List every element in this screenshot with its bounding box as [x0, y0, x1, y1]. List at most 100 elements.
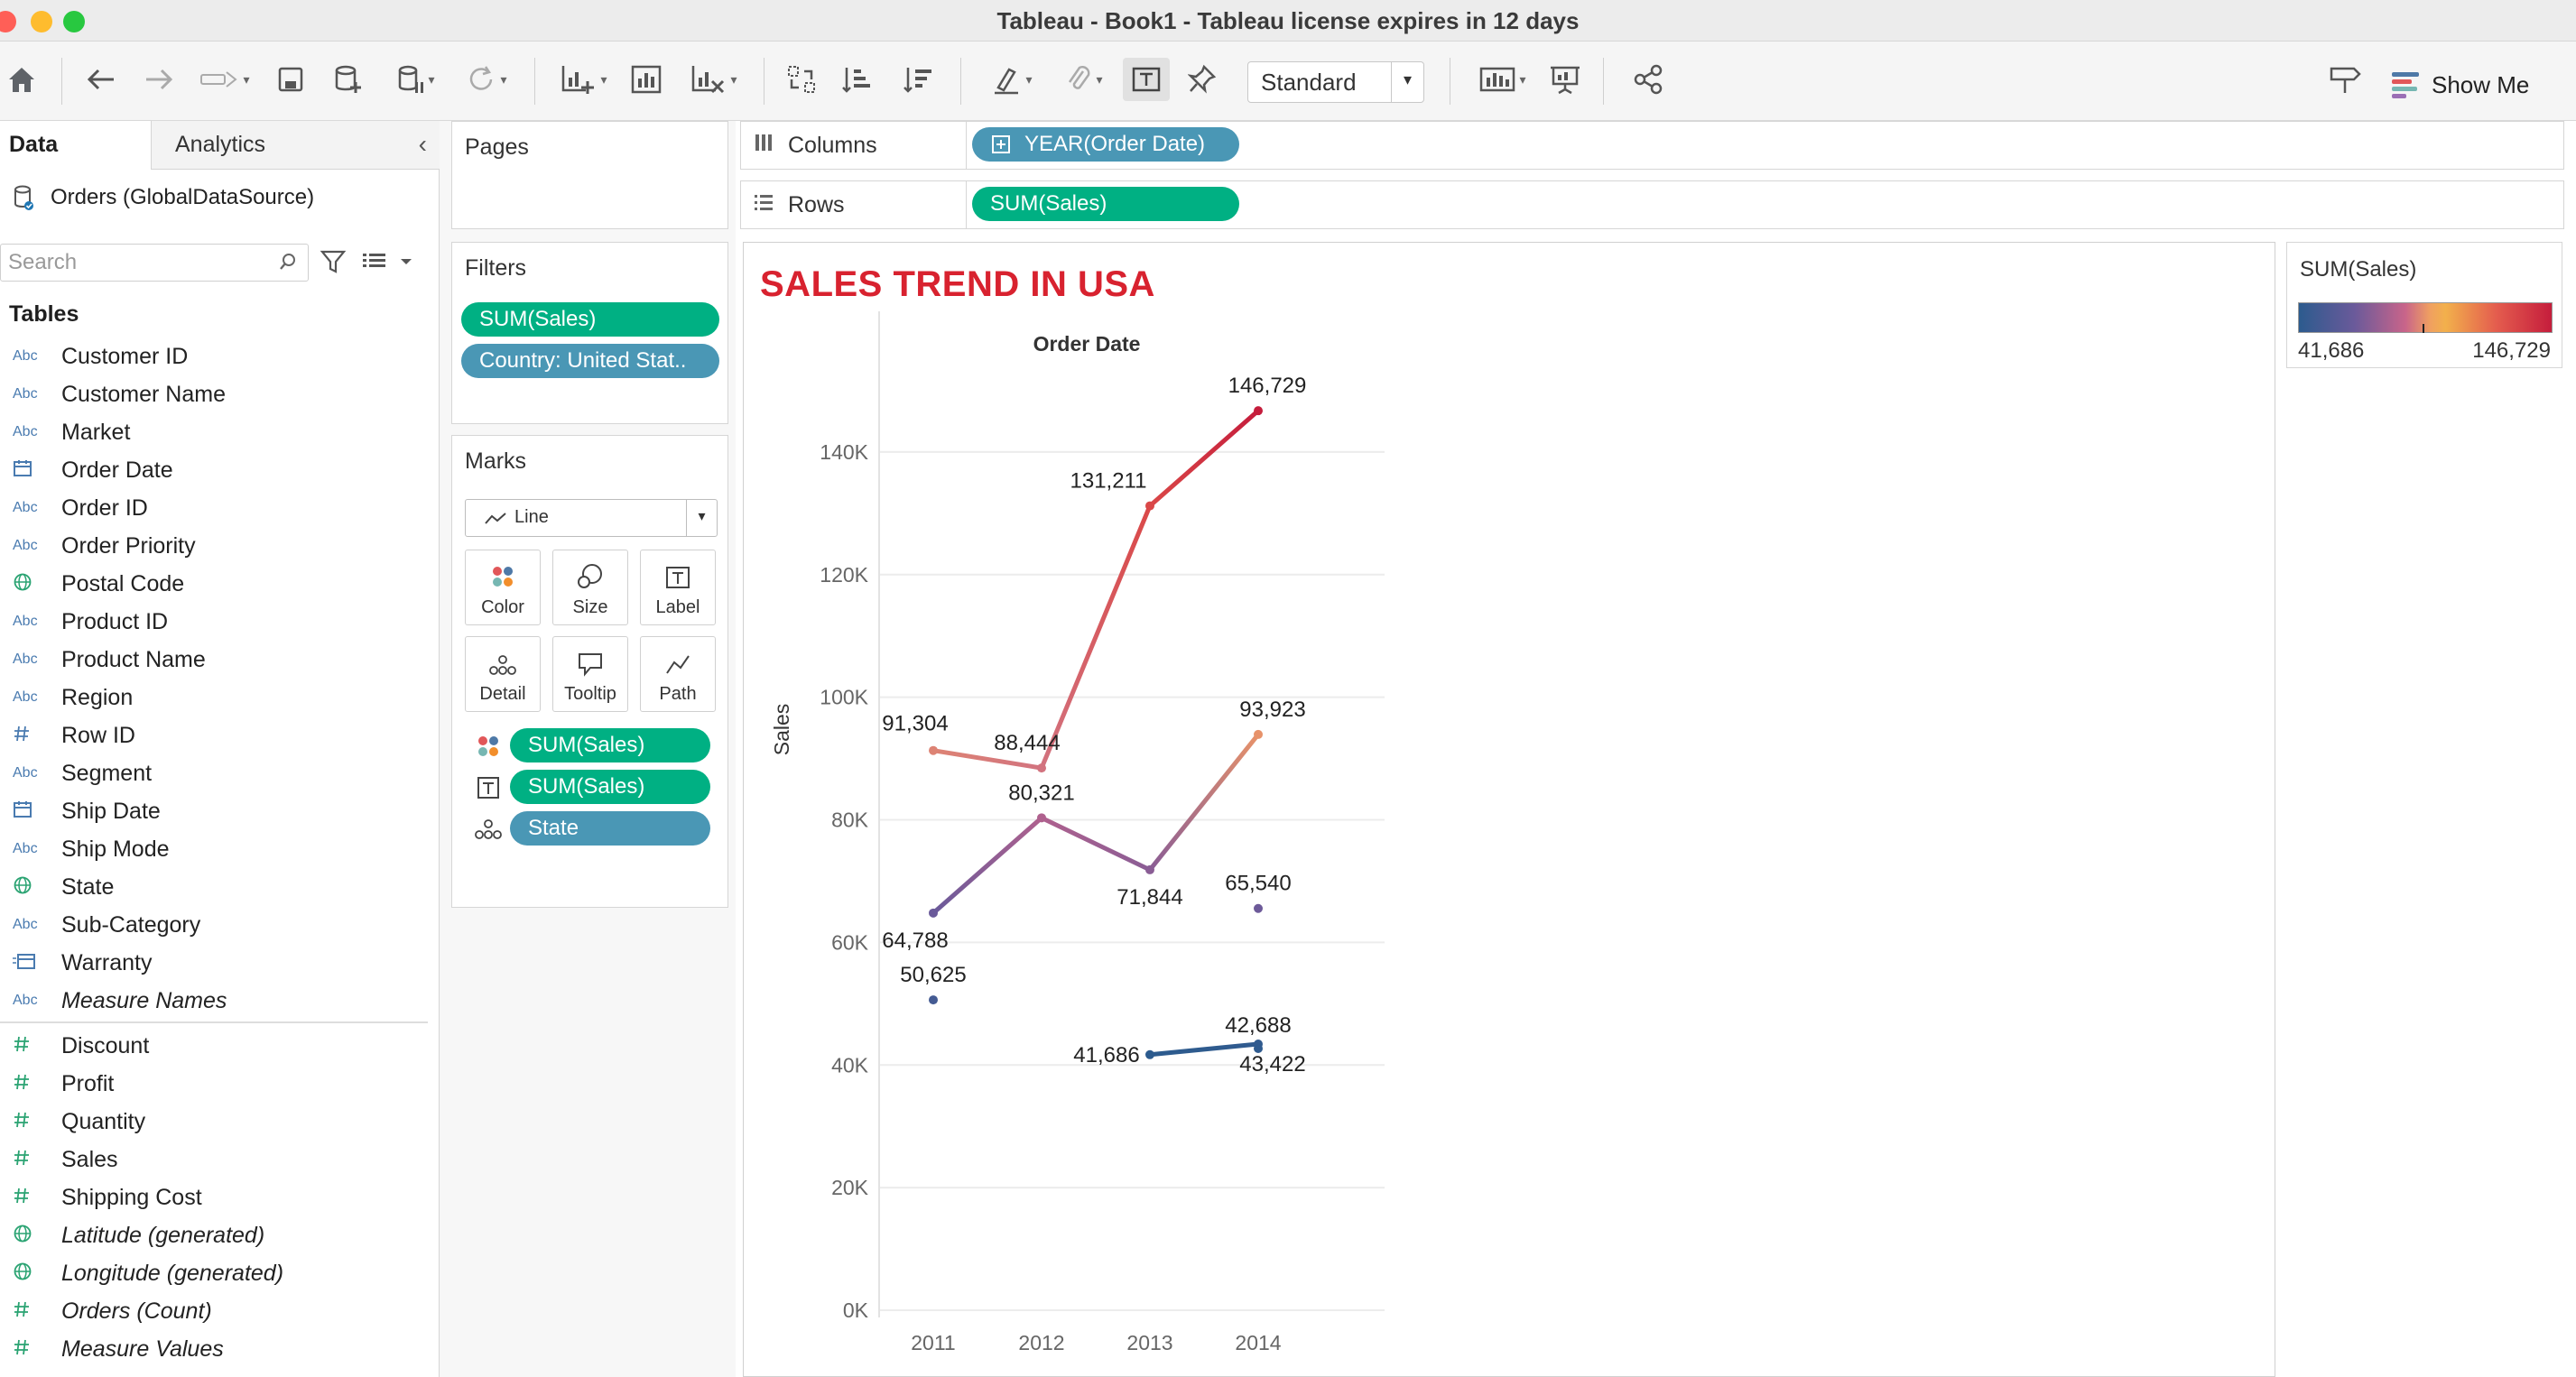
field-order-date[interactable]: Order Date [0, 451, 433, 489]
marks-pill-color-sales[interactable]: SUM(Sales) [510, 728, 710, 762]
rows-shelf-label: Rows [741, 181, 967, 228]
fit-icon[interactable]: ▾ [1471, 58, 1534, 101]
columns-pill-label: YEAR(Order Date) [1024, 132, 1206, 156]
share-icon[interactable] [1630, 58, 1666, 101]
home-icon[interactable] [4, 58, 40, 101]
field-market[interactable]: Abc Market [0, 413, 433, 451]
field-warranty[interactable]: Warranty [0, 944, 433, 982]
string-type-icon: Abc [13, 993, 38, 1008]
field-state[interactable]: State [0, 868, 433, 906]
x-tick-label: 2012 [1018, 1331, 1064, 1354]
clear-sheet-icon[interactable]: ▾ [682, 58, 746, 101]
data-point [1254, 729, 1263, 739]
field-name: Market [61, 419, 131, 445]
path-button[interactable]: Path [640, 636, 716, 712]
redo-icon[interactable] [141, 58, 177, 101]
tab-data[interactable]: Data [0, 121, 152, 170]
number-type-icon [0, 1187, 61, 1209]
field-sales[interactable]: Sales [0, 1141, 433, 1178]
legend-title: SUM(Sales) [2300, 257, 2417, 282]
field-longitude-generated[interactable]: Longitude (generated) [0, 1254, 433, 1292]
view-size-select[interactable]: Standard ▾ [1247, 61, 1424, 103]
color-icon [476, 734, 501, 763]
size-button[interactable]: Size [552, 550, 628, 625]
tab-analytics[interactable]: Analytics ‹ [152, 121, 440, 169]
field-orders-count[interactable]: Orders (Count) [0, 1292, 433, 1330]
duplicate-icon[interactable] [628, 58, 664, 101]
field-product-id[interactable]: Abc Product ID [0, 603, 433, 641]
view-size-value: Standard [1261, 69, 1357, 96]
datasource-item[interactable]: Orders (GlobalDataSource) [13, 184, 314, 211]
field-sub-category[interactable]: Abc Sub-Category [0, 906, 433, 944]
field-quantity[interactable]: Quantity [0, 1103, 433, 1141]
columns-pill-year[interactable]: YEAR(Order Date) [972, 127, 1239, 162]
field-search-input[interactable]: Search [0, 244, 309, 282]
sort-ascending-icon[interactable] [839, 58, 876, 101]
field-postal-code[interactable]: Postal Code [0, 565, 433, 603]
field-customer-name[interactable]: Abc Customer Name [0, 375, 433, 413]
label-button[interactable]: Label [640, 550, 716, 625]
filter-pill-country[interactable]: Country: United Stat.. [461, 344, 719, 378]
filter-pill-sales[interactable]: SUM(Sales) [461, 302, 719, 337]
string-type-icon: Abc [13, 765, 38, 781]
y-axis-title: Sales [770, 704, 793, 756]
marks-pill-detail-state[interactable]: State [510, 811, 710, 846]
marks-pill-label-sales[interactable]: SUM(Sales) [510, 770, 710, 804]
pause-updates-icon[interactable]: ▾ [385, 58, 448, 101]
color-button[interactable]: Color [465, 550, 541, 625]
show-me-button[interactable]: Show Me [2392, 67, 2529, 103]
path-label: Path [659, 684, 697, 704]
field-order-priority[interactable]: Abc Order Priority [0, 527, 433, 565]
tooltip-button[interactable]: Tooltip [552, 636, 628, 712]
sort-descending-icon[interactable] [901, 58, 937, 101]
field-order-id[interactable]: Abc Order ID [0, 489, 433, 527]
viz-area[interactable]: SALES TREND IN USA Order Date 0K 20K 40K 60K… [743, 242, 2275, 1377]
field-product-name[interactable]: Abc Product Name [0, 641, 433, 679]
expand-icon[interactable] [992, 134, 1010, 160]
tooltip-icon[interactable] [2327, 58, 2363, 101]
pages-card[interactable]: Pages [451, 121, 728, 229]
presentation-icon[interactable] [1547, 58, 1583, 101]
rows-shelf[interactable]: Rows SUM(Sales) [740, 180, 2564, 229]
tableau-window: Tableau - Book1 - Tableau license expire… [0, 0, 2576, 1377]
number-type-icon [0, 1035, 61, 1058]
view-options-icon[interactable] [361, 249, 415, 279]
title-bar: Tableau - Book1 - Tableau license expire… [0, 0, 2576, 42]
columns-shelf[interactable]: Columns YEAR(Order Date) [740, 121, 2564, 170]
field-discount[interactable]: Discount [0, 1027, 433, 1065]
field-ship-date[interactable]: Ship Date [0, 792, 433, 830]
field-shipping-cost[interactable]: Shipping Cost [0, 1178, 433, 1216]
mark-type-select[interactable]: Line ▾ [465, 499, 718, 537]
field-name: Ship Date [61, 798, 161, 824]
field-row-id[interactable]: Row ID [0, 716, 433, 754]
undo-icon[interactable] [83, 58, 119, 101]
show-labels-icon[interactable] [1123, 58, 1170, 101]
color-legend[interactable]: SUM(Sales) 41,686 146,729 [2286, 242, 2562, 368]
data-point [1145, 1049, 1154, 1059]
detail-button[interactable]: Detail [465, 636, 541, 712]
pin-icon[interactable] [1184, 58, 1220, 101]
field-latitude-generated[interactable]: Latitude (generated) [0, 1216, 433, 1254]
refresh-icon[interactable]: ▾ [455, 58, 518, 101]
field-measure-names[interactable]: Abc Measure Names [0, 982, 433, 1020]
filters-card[interactable]: Filters SUM(Sales) Country: United Stat.… [451, 242, 728, 424]
rows-pill-sales[interactable]: SUM(Sales) [972, 187, 1239, 221]
filter-fields-icon[interactable] [320, 249, 347, 279]
new-datasource-icon[interactable] [330, 58, 366, 101]
field-profit[interactable]: Profit [0, 1065, 433, 1103]
highlight-icon[interactable]: ▾ [980, 58, 1043, 101]
field-customer-id[interactable]: Abc Customer ID [0, 337, 433, 375]
group-icon[interactable]: ▾ [1052, 58, 1116, 101]
collapse-pane-icon[interactable]: ‹ [419, 130, 427, 159]
field-region[interactable]: Abc Region [0, 679, 433, 716]
new-worksheet-icon[interactable]: ▾ [552, 58, 616, 101]
tables-heading: Tables [9, 301, 79, 327]
field-measure-values[interactable]: Measure Values [0, 1330, 433, 1368]
save-icon[interactable] [273, 58, 309, 101]
swap-icon[interactable] [783, 58, 820, 101]
line-chart[interactable]: Order Date 0K 20K 40K 60K 80K 100K 120K 140K Sale… [744, 243, 2276, 1377]
field-ship-mode[interactable]: Abc Ship Mode [0, 830, 433, 868]
field-segment[interactable]: Abc Segment [0, 754, 433, 792]
replay-icon[interactable]: ▾ [193, 58, 256, 101]
rows-label: Rows [788, 192, 845, 217]
